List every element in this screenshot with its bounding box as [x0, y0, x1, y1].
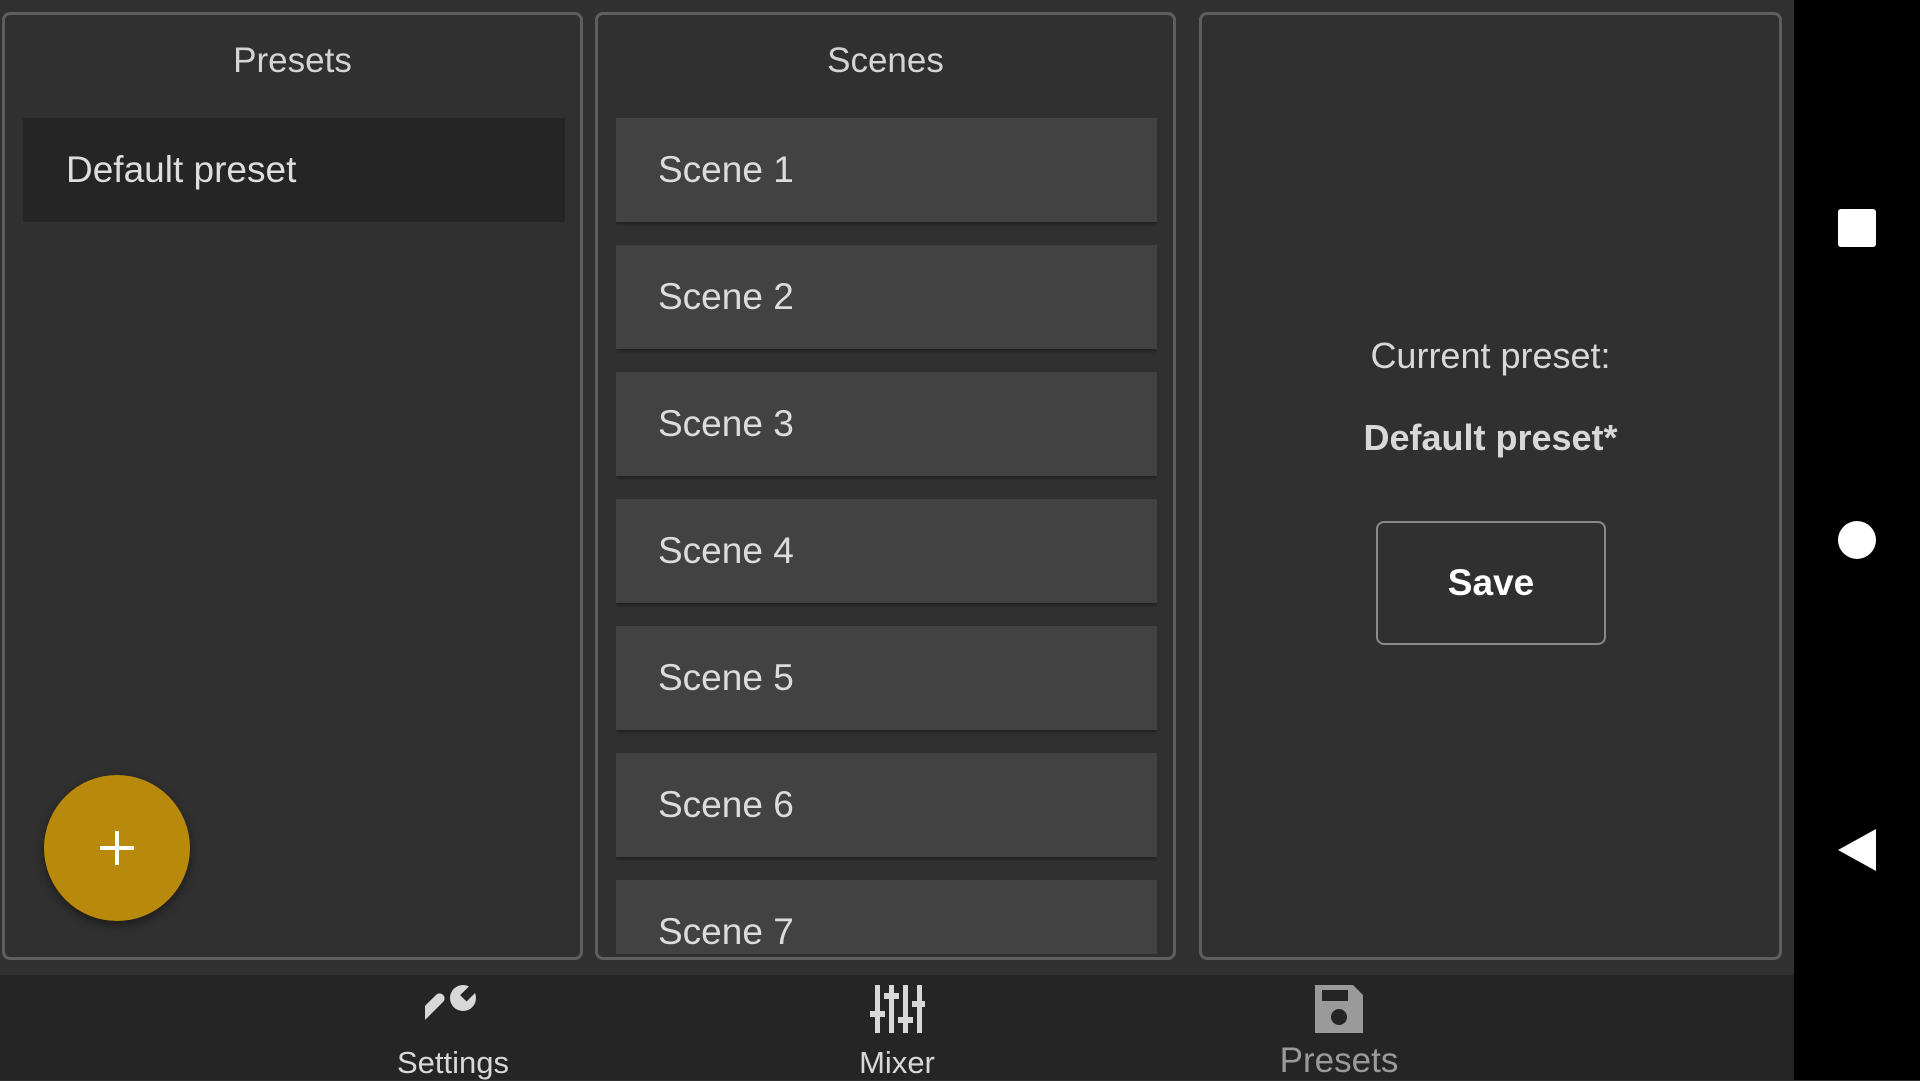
save-button[interactable]: Save	[1376, 521, 1606, 645]
nav-label-presets: Presets	[1279, 1041, 1399, 1080]
wrench-icon	[425, 984, 478, 1021]
scene-item-5[interactable]: Scene 5	[616, 626, 1157, 730]
current-preset-name: Default preset*	[1363, 417, 1618, 458]
home-button[interactable]	[1794, 510, 1920, 570]
back-triangle-icon	[1838, 829, 1876, 871]
presets-panel: Presets Default preset	[2, 12, 583, 960]
scenes-panel: Scenes Scene 1 Scene 2 Scene 3 Scene 4 S…	[595, 12, 1176, 960]
presets-panel-title: Presets	[233, 41, 352, 80]
scene-item-7[interactable]: Scene 7	[616, 880, 1157, 954]
current-preset-label: Current preset:	[1370, 335, 1611, 376]
back-button[interactable]	[1794, 820, 1920, 880]
recents-button[interactable]	[1794, 198, 1920, 258]
app-window: Presets Default preset Scenes Scene 1 Sc…	[0, 0, 1794, 1080]
sliders-icon	[870, 985, 925, 1033]
bottom-navigation: Settings Mixer Presets	[0, 975, 1794, 1080]
current-preset-panel: Current preset: Default preset* Save	[1199, 12, 1782, 960]
recents-square-icon	[1838, 209, 1876, 247]
nav-label-mixer: Mixer	[859, 1045, 935, 1080]
scene-list[interactable]: Scene 1 Scene 2 Scene 3 Scene 4 Scene 5 …	[616, 118, 1157, 954]
preset-item-default[interactable]: Default preset	[23, 118, 565, 222]
nav-item-settings[interactable]: Settings	[333, 975, 573, 1080]
nav-label-settings: Settings	[396, 1045, 509, 1080]
floppy-disk-icon	[1315, 985, 1363, 1033]
plus-icon	[100, 831, 134, 865]
scene-item-4[interactable]: Scene 4	[616, 499, 1157, 603]
system-navigation-bar	[1794, 0, 1920, 1080]
scene-item-2[interactable]: Scene 2	[616, 245, 1157, 349]
home-circle-icon	[1838, 521, 1876, 559]
nav-item-presets[interactable]: Presets	[1219, 975, 1459, 1080]
nav-item-mixer[interactable]: Mixer	[777, 975, 1017, 1080]
add-preset-button[interactable]	[44, 775, 190, 921]
scene-item-6[interactable]: Scene 6	[616, 753, 1157, 857]
scene-item-1[interactable]: Scene 1	[616, 118, 1157, 222]
scene-item-3[interactable]: Scene 3	[616, 372, 1157, 476]
scenes-panel-title: Scenes	[827, 41, 944, 80]
